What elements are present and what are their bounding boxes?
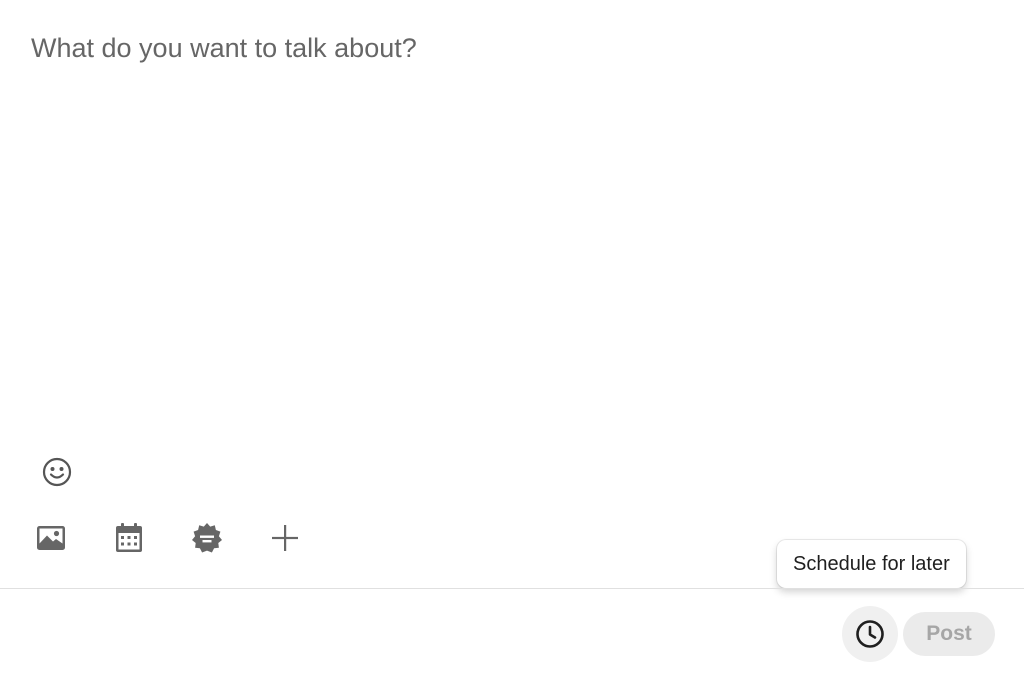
image-icon — [36, 525, 66, 551]
post-button[interactable]: Post — [903, 612, 995, 656]
post-composer: Schedule for later Post — [0, 0, 1024, 676]
calendar-icon — [115, 523, 143, 553]
smiley-icon — [42, 457, 72, 487]
plus-icon — [271, 524, 299, 552]
create-event-button[interactable] — [104, 513, 154, 563]
clock-icon — [855, 619, 885, 649]
add-media-button[interactable] — [26, 513, 76, 563]
celebrate-occasion-button[interactable] — [182, 513, 232, 563]
footer-divider — [0, 588, 1024, 589]
more-options-button[interactable] — [260, 513, 310, 563]
post-text-editor[interactable] — [31, 28, 971, 408]
emoji-button[interactable] — [36, 451, 78, 493]
schedule-for-later-button[interactable] — [842, 606, 898, 662]
post-button-label: Post — [926, 622, 972, 645]
schedule-tooltip: Schedule for later — [777, 540, 966, 588]
media-toolbar — [26, 513, 310, 563]
celebrate-badge-icon — [191, 522, 223, 554]
tooltip-text: Schedule for later — [793, 552, 950, 575]
